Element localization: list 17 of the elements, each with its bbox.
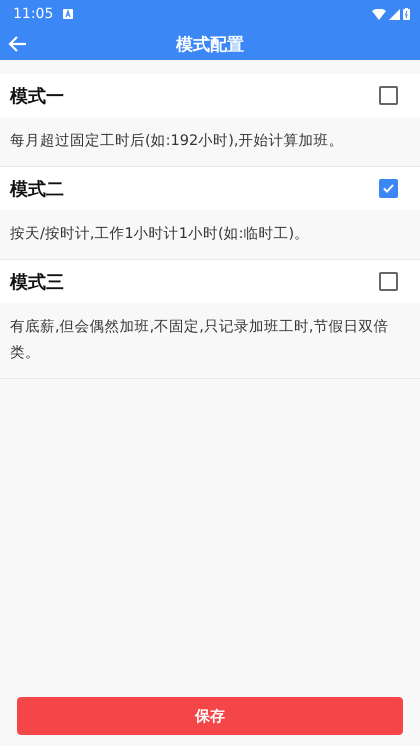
battery-icon [403, 8, 410, 20]
mode-title: 模式一 [10, 84, 65, 108]
mode-title: 模式二 [10, 178, 65, 200]
checkbox[interactable] [379, 86, 398, 105]
checkbox[interactable] [379, 179, 398, 198]
mode-title: 模式三 [10, 270, 65, 294]
save-button[interactable]: 保存 [17, 697, 403, 735]
mode-description: 按天/按时计,工作1小时计1小时(如:临时工)。 [9, 225, 310, 244]
mode-description: 每月超过固定工时后(如:192小时),开始计算加班。 [9, 132, 344, 151]
status-time: 11:05 [13, 6, 54, 22]
mode-description: 有底薪,但会偶然加班,不固定,只记录加班工时,节假日双倍类。 [9, 318, 390, 363]
signal-icon [389, 8, 400, 20]
wifi-icon [372, 8, 386, 20]
notification-icon [63, 9, 74, 19]
back-button[interactable] [8, 34, 28, 54]
checkbox[interactable] [379, 272, 398, 291]
page-title: 模式配置 [176, 34, 244, 56]
